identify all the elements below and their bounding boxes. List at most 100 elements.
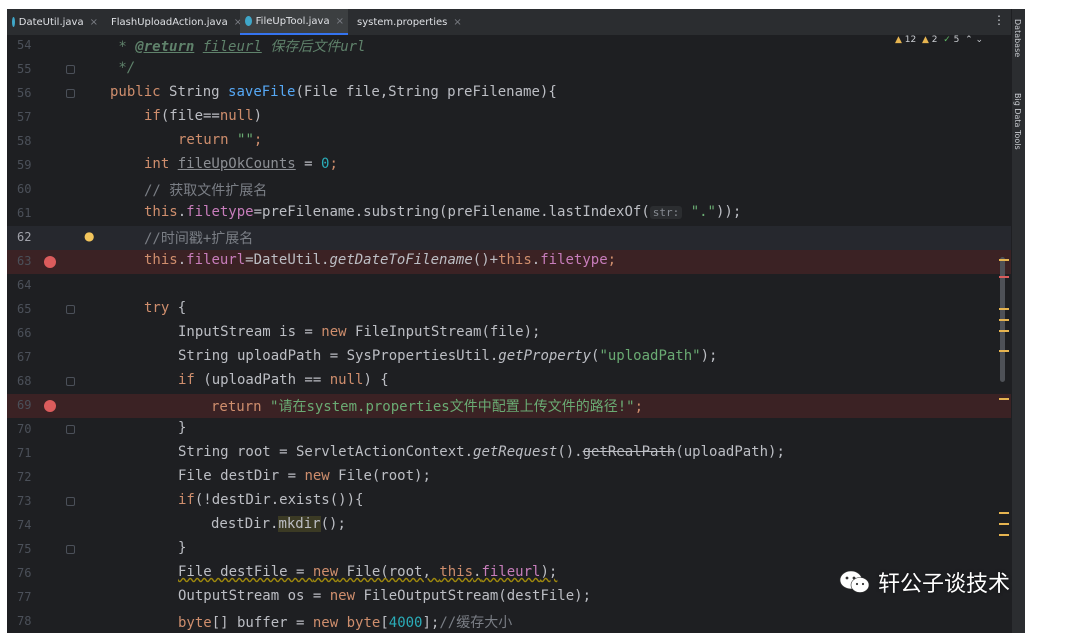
line-number: 65 (17, 302, 32, 316)
line-number: 66 (17, 326, 32, 340)
line-number: 55 (17, 62, 32, 76)
code-line: 71 String root = ServletActionContext.ge… (7, 442, 1011, 466)
code-text: File destDir = new File(root); (178, 468, 431, 484)
fold-icon[interactable] (66, 305, 75, 314)
code-text: */ (110, 60, 136, 76)
fold-icon[interactable] (66, 545, 75, 554)
java-class-icon (12, 17, 15, 27)
error-stripe-mark[interactable] (999, 319, 1009, 321)
java-class-icon (245, 16, 252, 26)
code-text: } (178, 540, 187, 556)
line-number: 56 (17, 86, 32, 100)
tab-flashuploadaction[interactable]: FlashUploadAction.java × (102, 9, 242, 35)
code-line: 64 (7, 274, 1011, 298)
line-number: 75 (17, 542, 32, 556)
error-stripe-mark[interactable] (999, 330, 1009, 332)
code-line: 60 // 获取文件扩展名 (7, 178, 1011, 202)
fold-icon[interactable] (66, 425, 75, 434)
error-stripe-mark[interactable] (999, 259, 1009, 261)
code-line: 74 destDir.mkdir(); (7, 514, 1011, 538)
tab-system-properties[interactable]: system.properties × (348, 9, 462, 35)
tab-label: system.properties (357, 16, 448, 28)
fold-icon[interactable] (66, 497, 75, 506)
line-number: 63 (17, 254, 32, 268)
fold-icon[interactable] (66, 89, 75, 98)
line-number: 62 (17, 230, 32, 244)
line-number: 71 (17, 446, 32, 460)
watermark: 轩公子谈技术 (838, 566, 1010, 598)
line-number: 78 (17, 614, 32, 628)
code-line: 75 } (7, 538, 1011, 562)
inspection-widget[interactable]: ▲ 12 ▲ 2 ✓ 5 ⌃ ⌄ (895, 35, 983, 45)
code-line-breakpoint: 63 this.fileurl=DateUtil.getDateToFilena… (7, 250, 1011, 274)
line-number: 69 (17, 398, 32, 412)
more-options-icon[interactable]: ⋮ (993, 13, 1005, 27)
code-line: 56 public String saveFile(File file,Stri… (7, 82, 1011, 106)
editor-tab-bar: DateUtil.java × FlashUploadAction.java ×… (7, 9, 1011, 36)
code-line: 73 if(!destDir.exists()){ (7, 490, 1011, 514)
fold-icon[interactable] (66, 65, 75, 74)
code-text: int fileUpOkCounts = 0; (144, 156, 338, 172)
code-text: return "请在system.properties文件中配置上传文件的路径!… (211, 399, 644, 415)
line-number: 60 (17, 182, 32, 196)
code-text: byte[] buffer = new byte[4000];//缓存大小 (178, 615, 513, 631)
line-number: 61 (17, 206, 32, 220)
code-line: 54 * @return fileurl 保存后文件url ▲ 12 ▲ 2 ✓… (7, 34, 1011, 58)
right-tool-panel: Database Big Data Tools (1011, 9, 1025, 633)
code-text: } (178, 420, 187, 436)
code-line-breakpoint: 69 return "请在system.properties文件中配置上传文件的… (7, 394, 1011, 418)
code-line: 78 byte[] buffer = new byte[4000];//缓存大小 (7, 610, 1011, 633)
tab-fileuptool[interactable]: FileUpTool.java × (240, 9, 348, 35)
lightbulb-icon[interactable]: ● (84, 229, 94, 243)
code-text: String root = ServletActionContext.getRe… (178, 444, 785, 460)
code-line: 67 String uploadPath = SysPropertiesUtil… (7, 346, 1011, 370)
watermark-text: 轩公子谈技术 (878, 572, 1011, 597)
code-line: 55 */ (7, 58, 1011, 82)
code-text: if(!destDir.exists()){ (178, 492, 364, 508)
error-stripe-mark[interactable] (999, 308, 1009, 310)
code-line: 58 return ""; (7, 130, 1011, 154)
tab-label: FlashUploadAction.java (111, 16, 228, 28)
close-icon[interactable]: × (90, 17, 98, 28)
code-text: this.filetype=preFilename.substring(preF… (144, 204, 742, 220)
tab-label: FileUpTool.java (255, 15, 330, 27)
tab-label: DateUtil.java (18, 16, 84, 28)
line-number: 54 (17, 38, 32, 52)
error-stripe-mark[interactable] (999, 512, 1009, 514)
code-text: File destFile = new File(root, this.file… (178, 564, 558, 580)
code-text: public String saveFile(File file,String … (110, 84, 557, 100)
code-editor[interactable]: 54 * @return fileurl 保存后文件url ▲ 12 ▲ 2 ✓… (7, 34, 1011, 633)
breakpoint-icon[interactable] (44, 256, 56, 268)
line-number: 68 (17, 374, 32, 388)
close-icon[interactable]: × (336, 16, 344, 27)
line-number: 73 (17, 494, 32, 508)
line-number: 76 (17, 566, 32, 580)
code-line: 59 int fileUpOkCounts = 0; (7, 154, 1011, 178)
error-stripe-mark[interactable] (999, 523, 1009, 525)
code-line: 57 if(file==null) (7, 106, 1011, 130)
code-text: this.fileurl=DateUtil.getDateToFilename(… (144, 252, 617, 268)
breakpoint-icon[interactable] (44, 400, 56, 412)
fold-icon[interactable] (66, 377, 75, 386)
line-number: 72 (17, 470, 32, 484)
error-stripe-mark[interactable] (999, 350, 1009, 352)
line-number: 74 (17, 518, 32, 532)
line-number: 59 (17, 158, 32, 172)
code-text: if(file==null) (144, 108, 263, 124)
close-icon[interactable]: × (453, 17, 461, 28)
error-stripe-mark[interactable] (999, 398, 1009, 400)
code-line-current: 62 ● //时间戳+扩展名 (7, 226, 1011, 250)
error-stripe-mark[interactable] (999, 276, 1009, 278)
ide-window: DateUtil.java × FlashUploadAction.java ×… (7, 9, 1025, 633)
code-line: 68 if (uploadPath == null) { (7, 370, 1011, 394)
code-text: destDir.mkdir(); (211, 516, 346, 532)
code-line: 66 InputStream is = new FileInputStream(… (7, 322, 1011, 346)
wechat-icon (839, 570, 870, 593)
database-tool-button[interactable]: Database (1013, 19, 1022, 57)
code-text: * @return fileurl 保存后文件url (110, 39, 366, 55)
big-data-tools-button[interactable]: Big Data Tools (1013, 93, 1022, 150)
tab-dateutil[interactable]: DateUtil.java × (7, 9, 102, 35)
parameter-hint: str: (649, 206, 683, 219)
code-text: if (uploadPath == null) { (178, 372, 389, 388)
error-stripe-mark[interactable] (999, 534, 1009, 536)
